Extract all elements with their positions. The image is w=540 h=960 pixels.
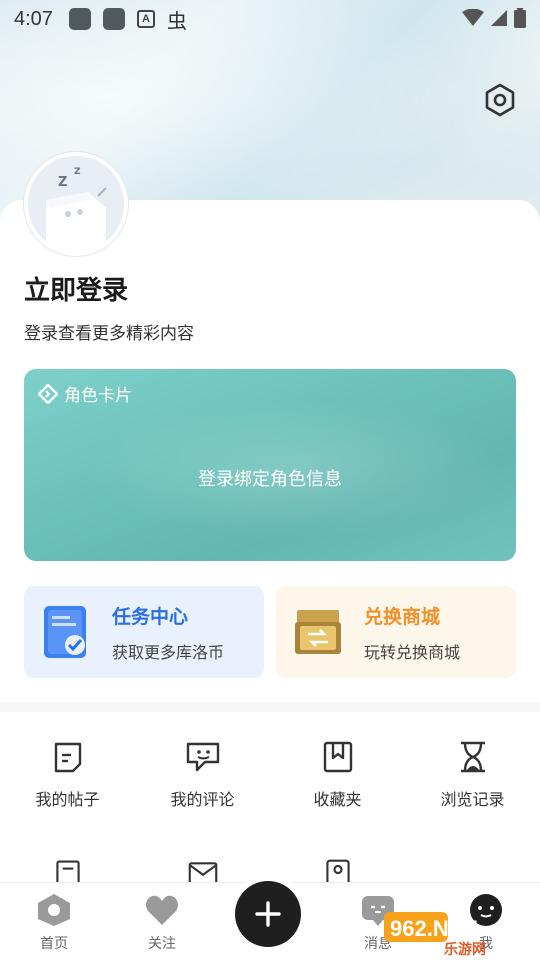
role-card-header: 角色卡片 [38, 381, 132, 406]
signal-icon [490, 9, 508, 27]
role-card-label: 角色卡片 [64, 386, 132, 406]
menu-label-my-posts: 我的帖子 [35, 790, 100, 809]
role-card[interactable]: 角色卡片 登录绑定角色信息 [24, 369, 516, 561]
status-bar: 4:07 A 虫 [0, 0, 540, 38]
menu-item-my-posts[interactable]: 我的帖子 [0, 740, 135, 810]
nav-follow[interactable]: 关注 [108, 883, 216, 960]
menu-grid: 我的帖子 我的评论 收藏夹 浏览记录 [0, 740, 540, 810]
exchange-mall-card[interactable]: 兑换商城 玩转兑换商城 [276, 586, 516, 678]
nav-follow-label: 关注 [148, 936, 176, 952]
create-post-button[interactable] [235, 881, 301, 947]
menu-item-favorites[interactable]: 收藏夹 [270, 740, 405, 810]
hex-settings-icon [485, 83, 515, 117]
exchange-mall-desc: 玩转兑换商城 [364, 642, 461, 662]
svg-text:Z: Z [74, 167, 81, 177]
menu-label-my-comments: 我的评论 [170, 790, 235, 809]
wifi-icon [462, 9, 484, 27]
login-subtitle: 登录查看更多精彩内容 [24, 324, 194, 344]
nav-home-label: 首页 [40, 936, 68, 952]
diamond-arrow-icon [38, 383, 58, 404]
bug-notification-icon: 虫 [166, 10, 187, 33]
settings-button[interactable] [482, 82, 518, 118]
watermark-logo: 962.NET 乐游网 [384, 908, 534, 958]
post-icon [54, 742, 81, 773]
plus-icon [255, 901, 281, 927]
section-divider [0, 702, 540, 712]
avatar[interactable]: Z Z [24, 152, 128, 256]
menu-label-favorites: 收藏夹 [313, 790, 362, 809]
task-center-title: 任务中心 [112, 605, 189, 628]
login-title[interactable]: 立即登录 [24, 270, 128, 307]
nav-home[interactable]: 首页 [0, 883, 108, 960]
hourglass-icon [460, 741, 485, 773]
status-time: 4:07 [14, 7, 53, 30]
svg-text:Z: Z [58, 175, 67, 190]
bind-role-text[interactable]: 登录绑定角色信息 [24, 465, 516, 491]
task-center-desc: 获取更多库洛币 [112, 642, 225, 662]
notification-app-icon [68, 8, 91, 30]
notification-app-icon [102, 8, 125, 30]
heart-icon [145, 895, 179, 925]
menu-item-history[interactable]: 浏览记录 [405, 740, 540, 810]
a-badge-icon: A [136, 10, 155, 28]
task-tablet-icon [44, 606, 86, 658]
watermark-number: 962.NET [390, 916, 477, 941]
bookmark-icon [323, 741, 352, 773]
exchange-mall-title: 兑换商城 [364, 605, 441, 628]
home-icon [38, 894, 70, 926]
comment-icon [186, 742, 219, 772]
battery-icon [514, 8, 526, 28]
sleeping-avatar-icon: Z Z [28, 156, 124, 252]
menu-label-history: 浏览记录 [440, 790, 505, 809]
task-center-card[interactable]: 任务中心 获取更多库洛币 [24, 586, 264, 678]
watermark-sub: 乐游网 [444, 941, 486, 958]
exchange-chest-icon [295, 610, 341, 654]
menu-item-my-comments[interactable]: 我的评论 [135, 740, 270, 810]
